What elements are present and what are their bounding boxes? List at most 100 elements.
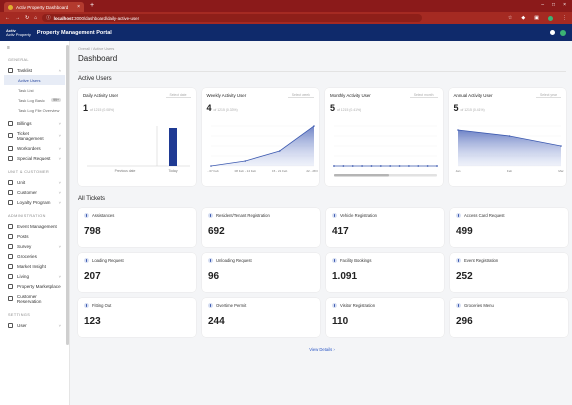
ticket-card[interactable]: Event Registration 252 xyxy=(450,253,568,292)
ticket-card[interactable]: Loading Request 207 xyxy=(78,253,196,292)
ticket-type-icon xyxy=(208,303,213,308)
data-point xyxy=(417,165,420,167)
site-info-icon[interactable]: ⓘ xyxy=(46,15,50,21)
user-icon xyxy=(8,322,13,328)
sidebar-item-market-insight[interactable]: Market Insight xyxy=(4,261,65,271)
ticket-card[interactable]: Groceries Menu 296 xyxy=(450,298,568,337)
maximize-icon[interactable]: □ xyxy=(552,2,555,8)
ticket-card[interactable]: Facility Bookings 1.091 xyxy=(326,253,444,292)
ticket-type-icon xyxy=(332,213,337,218)
data-point xyxy=(408,165,410,167)
sidebar-sub-label: Active Users xyxy=(18,77,41,83)
sidebar-item-survey[interactable]: Survey ˅ xyxy=(4,241,65,251)
sidebar-panel-icon[interactable]: ▣ xyxy=(534,15,539,21)
sidebar-item-customer-reservation[interactable]: Customer Reservation xyxy=(4,291,65,306)
sidebar-item-workorders[interactable]: Workorders ˅ xyxy=(4,143,65,153)
sidebar-sub-task-list[interactable]: Task List xyxy=(4,85,65,95)
ticket-label: Facility Bookings xyxy=(340,258,372,263)
app-title: Property Management Portal xyxy=(36,29,112,36)
sidebar-section-general: GENERAL xyxy=(8,58,29,62)
ticket-type-icon xyxy=(332,303,337,308)
ticket-card[interactable]: Vehicle Registration 417 xyxy=(326,208,444,247)
ticket-card[interactable]: Unloading Request 96 xyxy=(202,253,320,292)
notification-icon[interactable] xyxy=(550,30,555,35)
data-point xyxy=(342,165,345,167)
sidebar-item-user[interactable]: User ˅ xyxy=(4,320,65,330)
loyalty-icon xyxy=(8,199,13,205)
close-tab-icon[interactable]: × xyxy=(77,4,80,10)
ticket-card[interactable]: Overtime Permit 244 xyxy=(202,298,320,337)
sidebar-section-settings: SETTINGS xyxy=(8,313,31,317)
ticket-label: Visitor Registration xyxy=(340,303,376,308)
reload-icon[interactable]: ↻ xyxy=(25,15,29,21)
sidebar-item-loyalty-program[interactable]: Loyalty Program ˅ xyxy=(4,197,65,207)
close-window-icon[interactable]: × xyxy=(563,2,566,8)
unit-icon xyxy=(8,179,13,185)
sidebar-item-customer[interactable]: Customer ˅ xyxy=(4,187,65,197)
profile-icon[interactable] xyxy=(548,15,553,21)
sidebar-item-property-marketplace[interactable]: Property Marketplace xyxy=(4,281,65,291)
sidebar-item-ticket-management[interactable]: Ticket Management ˅ xyxy=(4,128,65,143)
data-point xyxy=(559,145,562,147)
sidebar-item-groceries[interactable]: Groceries xyxy=(4,251,65,261)
data-point xyxy=(312,125,315,127)
ticket-card[interactable]: Fitting Out 123 xyxy=(78,298,196,337)
sidebar-scrollbar[interactable] xyxy=(66,45,69,345)
minimize-icon[interactable]: – xyxy=(541,2,544,8)
count-badge: 99+ xyxy=(51,98,61,102)
sidebar-sub-task-log-basic[interactable]: Task Log Basic 99+ xyxy=(4,95,65,105)
ticket-card[interactable]: Access Card Request 499 xyxy=(450,208,568,247)
user-avatar[interactable] xyxy=(560,29,566,36)
app-logo[interactable]: Activ Activ Property xyxy=(6,28,31,37)
sidebar-item-label: Tasklist xyxy=(17,67,33,73)
ticket-count: 110 xyxy=(332,316,349,327)
ticket-label: Unloading Request xyxy=(216,258,252,263)
ticket-card[interactable]: Resident/Tenant Registration 692 xyxy=(202,208,320,247)
sidebar-item-billings[interactable]: Billings ˅ xyxy=(4,118,65,128)
ticket-label: Resident/Tenant Registration xyxy=(216,213,270,218)
sidebar-item-unit[interactable]: Unit ˅ xyxy=(4,177,65,187)
home-icon[interactable]: ⌂ xyxy=(34,15,37,21)
sidebar-item-label: Loyalty Program xyxy=(17,199,51,205)
sidebar-sub-active-users[interactable]: Active Users xyxy=(4,75,65,85)
menu-icon[interactable]: ⋮ xyxy=(562,15,567,21)
date-select[interactable]: Select date xyxy=(165,93,191,98)
bookmark-star-icon[interactable]: ☆ xyxy=(508,15,512,21)
year-select[interactable]: Select year xyxy=(536,93,561,98)
extension-icon[interactable]: ◆ xyxy=(521,15,525,21)
sidebar-sub-task-log-file[interactable]: Task Log File Overview xyxy=(4,105,65,115)
forward-icon[interactable]: → xyxy=(15,15,20,21)
ticket-type-icon xyxy=(84,213,89,218)
card-percent: of 1215 (0.33%) xyxy=(213,108,238,112)
back-icon[interactable]: ← xyxy=(5,15,10,21)
sidebar-item-label: Workorders xyxy=(17,145,41,151)
sidebar-item-tasklist[interactable]: Tasklist ˄ xyxy=(4,65,65,75)
sidebar-item-label: Groceries xyxy=(17,253,37,259)
month-select[interactable]: Select month xyxy=(409,93,438,98)
ticket-count: 1.091 xyxy=(332,271,358,282)
sidebar-item-event-management[interactable]: Event Management xyxy=(4,221,65,231)
week-select[interactable]: Select week xyxy=(287,93,314,98)
new-tab-icon[interactable]: + xyxy=(90,2,94,9)
ticket-card[interactable]: Visitor Registration 110 xyxy=(326,298,444,337)
chevron-up-icon: ˄ xyxy=(58,67,61,73)
sidebar-collapse-icon[interactable]: ≡ xyxy=(4,45,65,51)
data-point xyxy=(426,165,429,167)
sidebar-item-special-request[interactable]: Special Request ˅ xyxy=(4,153,65,163)
sidebar-item-label: Special Request xyxy=(17,155,51,161)
browser-tab[interactable]: Activ Property Dashboard × xyxy=(4,2,84,12)
sidebar-item-label: User xyxy=(17,322,27,328)
ticket-type-icon xyxy=(332,258,337,263)
weekly-activity-card: Weekly Activity User Select week 4 of 1215… xyxy=(201,88,319,186)
tickets-grid: Assistances 798 Resident/Tenant Registrati… xyxy=(78,208,568,337)
ticket-card[interactable]: Assistances 798 xyxy=(78,208,196,247)
ticket-label: Assistances xyxy=(92,213,115,218)
sidebar-item-posts[interactable]: Posts xyxy=(4,231,65,241)
address-bar[interactable]: ⓘ localhost:3000/dashboard/daily-active-… xyxy=(42,14,423,22)
view-details-link[interactable]: View Details › xyxy=(78,347,566,352)
breadcrumb[interactable]: Overall / Active Users xyxy=(78,47,566,51)
sidebar-item-label: Unit xyxy=(17,179,26,185)
sidebar-item-living[interactable]: Living ˅ xyxy=(4,271,65,281)
chevron-down-icon: ˅ xyxy=(58,273,61,279)
sidebar-item-label: Customer Reservation xyxy=(16,293,42,304)
